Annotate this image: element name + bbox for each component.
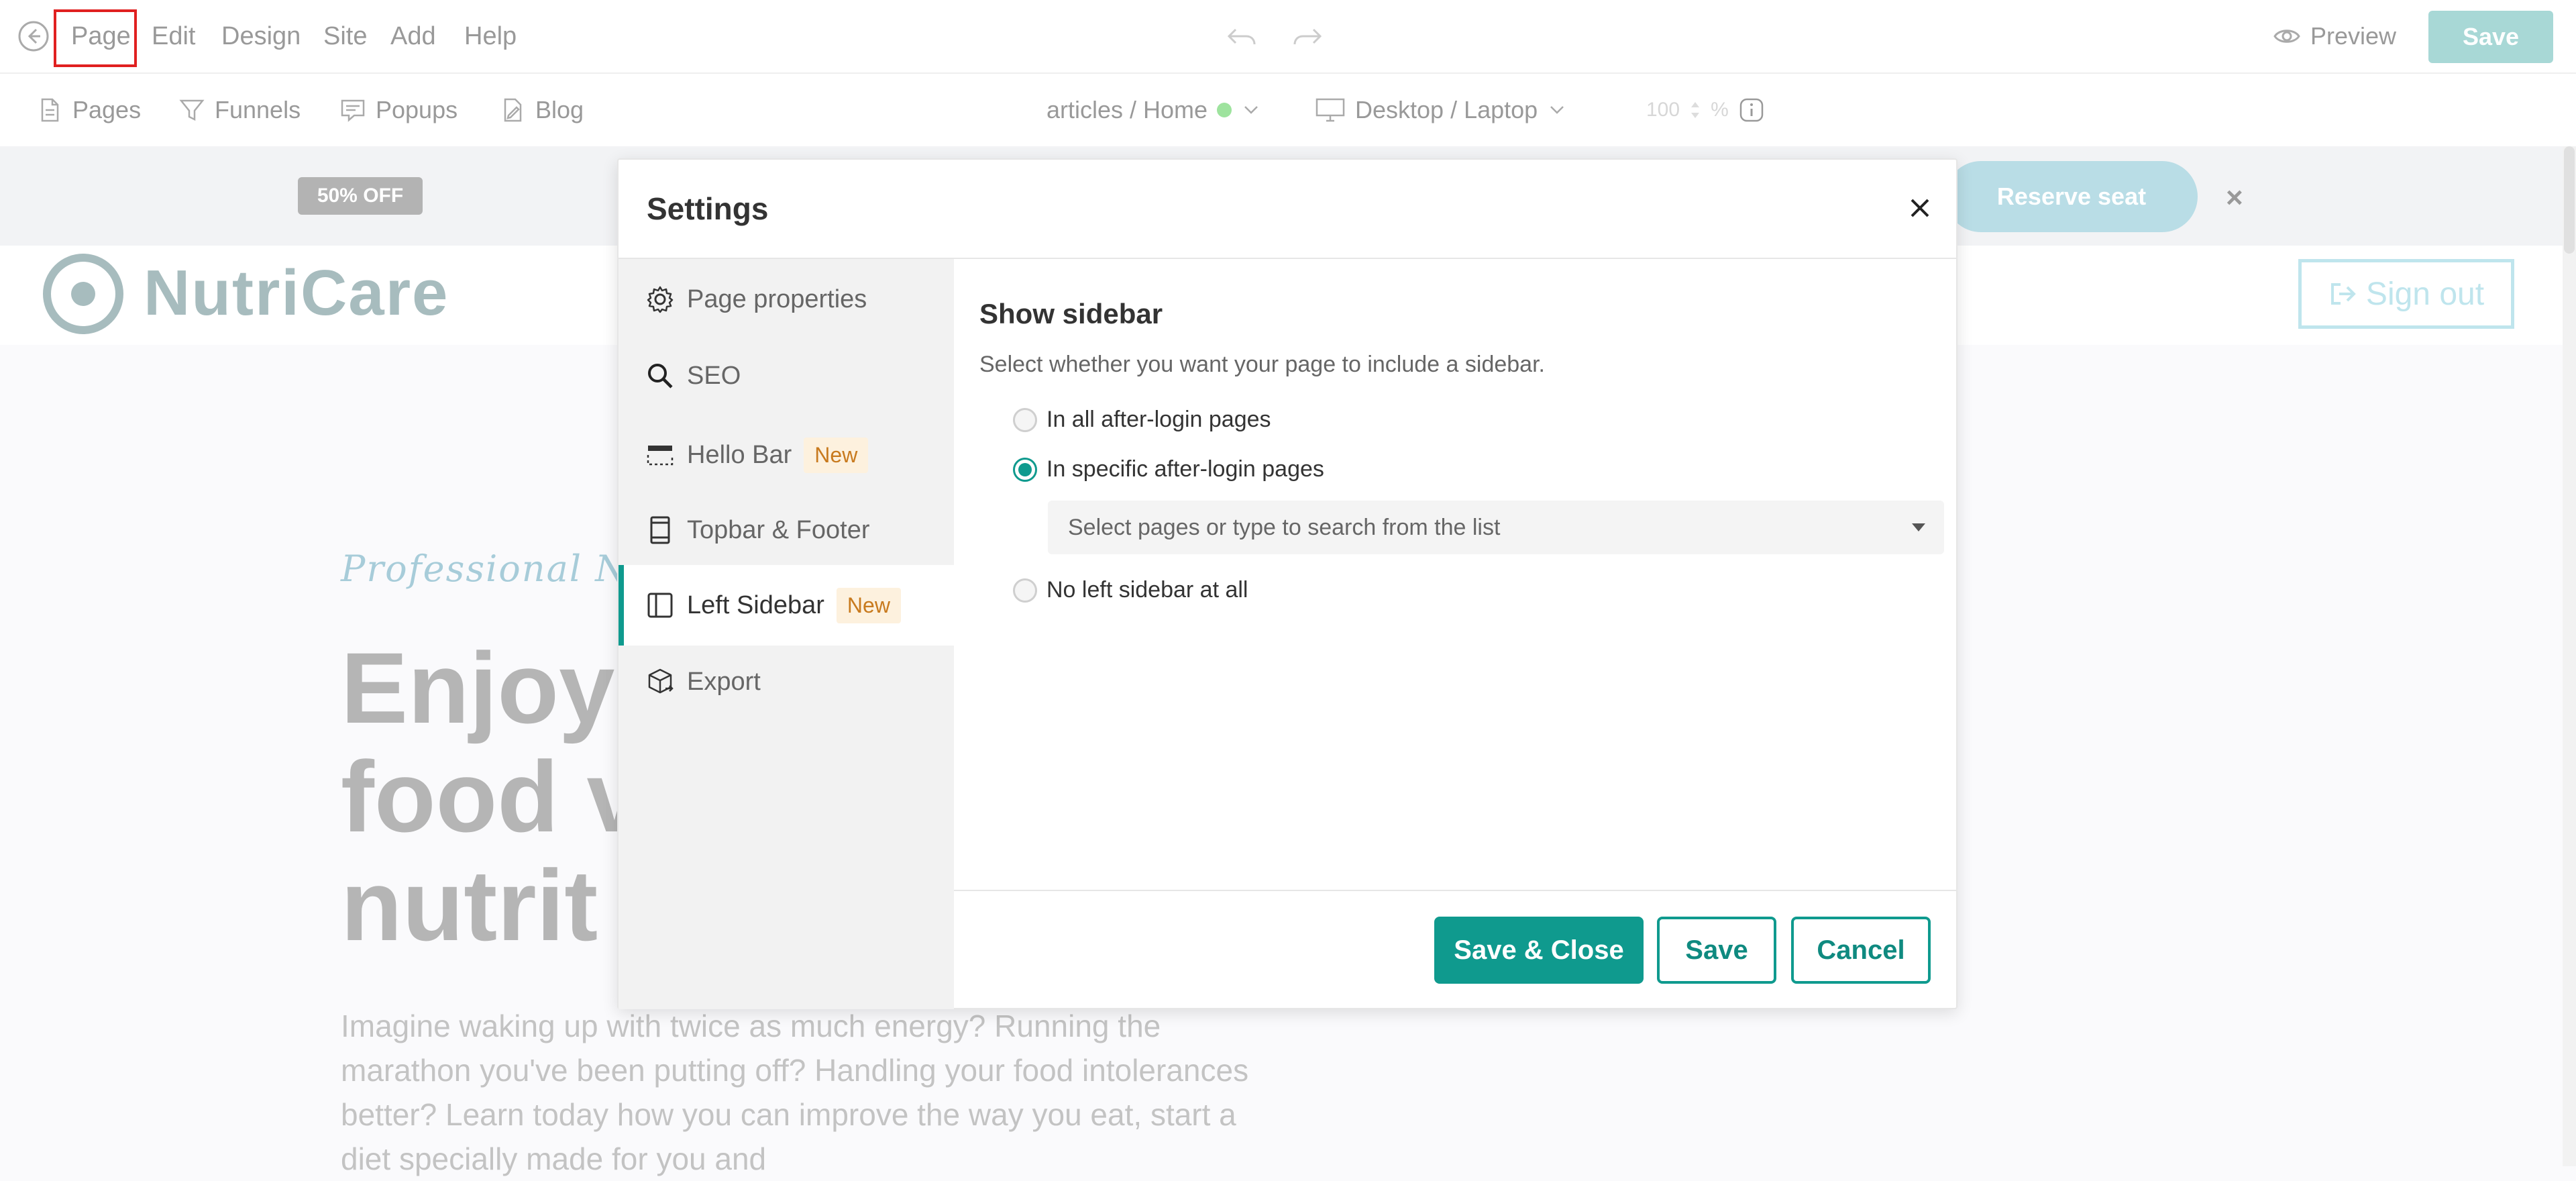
device-label: Desktop / Laptop — [1355, 96, 1538, 123]
select-placeholder: Select pages or type to search from the … — [1068, 514, 1501, 540]
new-badge: New — [836, 587, 901, 623]
save-button[interactable]: Save — [2428, 11, 2553, 63]
page-selector[interactable]: articles / Home — [1046, 94, 1261, 126]
menu-edit[interactable]: Edit — [152, 20, 195, 52]
popups-label: Popups — [376, 96, 458, 123]
sub-toolbar: Pages Funnels Popups Blog articles / Hom… — [0, 74, 2576, 148]
modal-header: Settings — [619, 160, 1956, 259]
stepper-icon[interactable] — [1689, 97, 1701, 123]
option-all-after-login[interactable]: In all after-login pages — [1013, 407, 1271, 433]
blog-button[interactable]: Blog — [499, 94, 584, 126]
pages-select[interactable]: Select pages or type to search from the … — [1048, 501, 1944, 554]
caret-down-icon — [1912, 523, 1925, 531]
modal-save-button[interactable]: Save — [1657, 917, 1776, 984]
nav-page-properties[interactable]: Page properties — [619, 259, 954, 340]
logo-text: NutriCare — [144, 257, 449, 329]
nav-label: Hello Bar — [687, 440, 792, 469]
preview-button[interactable]: Preview — [2273, 20, 2396, 52]
discount-badge: 50% OFF — [298, 177, 423, 215]
breadcrumb: articles / Home — [1046, 96, 1208, 123]
desktop-icon — [1316, 98, 1345, 122]
hero-subtitle: Professional Nu — [341, 548, 653, 590]
menu-add[interactable]: Add — [390, 20, 436, 52]
menu-help[interactable]: Help — [464, 20, 517, 52]
preview-label: Preview — [2310, 22, 2397, 50]
info-icon[interactable] — [1738, 97, 1765, 123]
zoom-control[interactable]: 100 % — [1646, 94, 1765, 126]
pages-button[interactable]: Pages — [36, 94, 141, 126]
nav-hello-bar[interactable]: Hello Bar New — [619, 415, 954, 495]
option-label: In specific after-login pages — [1046, 456, 1324, 482]
page-scrollbar[interactable] — [2563, 146, 2576, 1166]
cancel-button[interactable]: Cancel — [1791, 917, 1931, 984]
close-icon[interactable] — [1904, 192, 1936, 224]
undo-icon[interactable] — [1225, 20, 1258, 54]
new-badge: New — [804, 437, 869, 473]
sign-out-icon — [2330, 283, 2356, 305]
device-selector[interactable]: Desktop / Laptop — [1315, 94, 1567, 126]
funnels-button[interactable]: Funnels — [178, 94, 301, 126]
nav-export[interactable]: Export — [619, 641, 954, 722]
nav-label: Left Sidebar — [687, 590, 824, 619]
option-label: No left sidebar at all — [1046, 577, 1248, 603]
zoom-unit: % — [1711, 99, 1729, 121]
hello-bar-icon — [647, 446, 674, 466]
option-no-sidebar[interactable]: No left sidebar at all — [1013, 577, 1248, 603]
settings-nav: Page properties SEO Hello Bar New Topbar… — [619, 259, 954, 1009]
settings-modal: Settings Page properties SEO Hello Bar N… — [617, 158, 1957, 1009]
menu-site[interactable]: Site — [323, 20, 367, 52]
published-status-dot — [1217, 103, 1232, 117]
option-label: In all after-login pages — [1046, 407, 1271, 432]
menu-page-highlight — [54, 9, 137, 67]
radio-button-checked[interactable] — [1013, 457, 1037, 482]
funnel-icon — [179, 99, 205, 121]
document-icon — [41, 98, 59, 122]
zoom-value: 100 — [1646, 99, 1680, 121]
logo-icon — [43, 254, 123, 334]
section-description: Select whether you want your page to inc… — [979, 352, 1545, 377]
nav-topbar-footer[interactable]: Topbar & Footer — [619, 490, 954, 570]
hello-bar-close-icon[interactable]: × — [2226, 181, 2243, 215]
eye-icon — [2273, 30, 2300, 43]
hero-body: Imagine waking up with twice as much ene… — [341, 1009, 1249, 1176]
modal-footer-divider — [954, 890, 1957, 891]
popup-icon — [341, 99, 365, 122]
top-toolbar: Page Edit Design Site Add Help Preview S… — [0, 0, 2576, 74]
radio-button[interactable] — [1013, 407, 1037, 432]
sign-out-label: Sign out — [2365, 276, 2485, 312]
export-icon — [648, 668, 674, 694]
nav-label: Page properties — [687, 285, 867, 313]
option-specific-after-login[interactable]: In specific after-login pages — [1013, 456, 1324, 482]
save-and-close-button[interactable]: Save & Close — [1434, 917, 1644, 984]
scrollbar-thumb[interactable] — [2564, 146, 2575, 254]
sidebar-icon — [647, 593, 673, 618]
reserve-seat-button[interactable]: Reserve seat — [1945, 161, 2198, 232]
menu-design[interactable]: Design — [221, 20, 301, 52]
nav-left-sidebar[interactable]: Left Sidebar New — [619, 565, 954, 646]
gear-icon — [647, 286, 674, 313]
chevron-down-icon — [1550, 106, 1564, 114]
search-icon — [648, 364, 673, 389]
sign-out-button[interactable]: Sign out — [2298, 259, 2514, 329]
redo-icon[interactable] — [1291, 20, 1324, 54]
topbar-footer-icon — [650, 516, 670, 544]
nav-label: Export — [687, 667, 761, 696]
blog-icon — [504, 98, 522, 122]
blog-label: Blog — [535, 96, 584, 123]
nav-seo[interactable]: SEO — [619, 336, 954, 416]
popups-button[interactable]: Popups — [339, 94, 458, 126]
nav-label: Topbar & Footer — [687, 515, 870, 544]
funnels-label: Funnels — [215, 96, 301, 123]
modal-title: Settings — [647, 191, 769, 226]
settings-content: Show sidebar Select whether you want you… — [954, 259, 1957, 1009]
back-arrow-icon[interactable] — [17, 20, 50, 52]
section-title: Show sidebar — [979, 298, 1163, 329]
pages-label: Pages — [72, 96, 142, 123]
nav-label: SEO — [687, 361, 741, 390]
radio-button[interactable] — [1013, 578, 1037, 603]
chevron-down-icon — [1244, 106, 1258, 114]
